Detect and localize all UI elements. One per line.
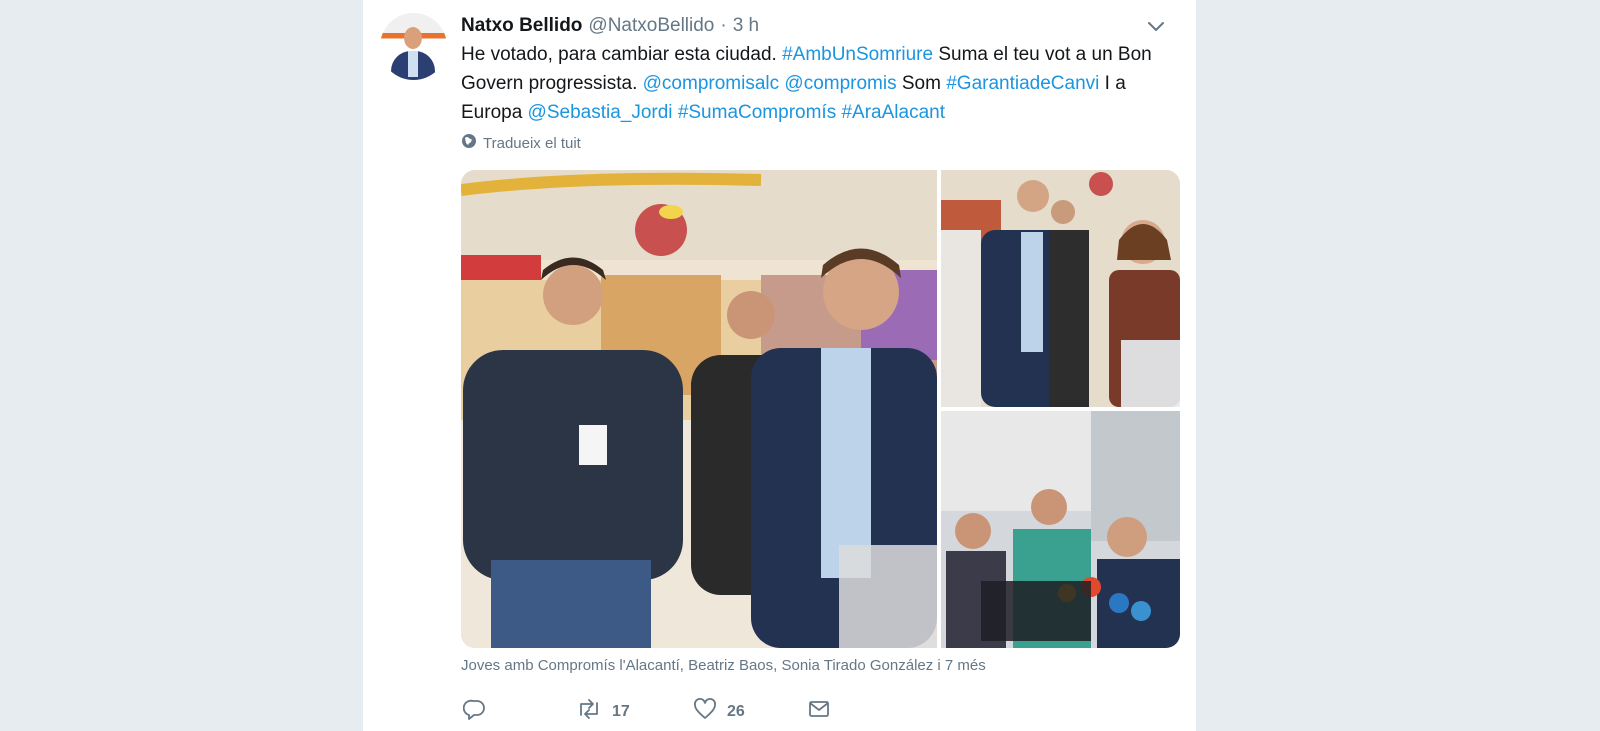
envelope-icon — [807, 697, 831, 726]
tweet-actions: 17 26 — [461, 697, 1021, 725]
mention-link[interactable]: @compromisalc — [643, 73, 779, 94]
heart-icon — [693, 697, 717, 726]
like-count: 26 — [727, 702, 745, 720]
direct-message-button[interactable] — [807, 697, 831, 726]
tweet-time[interactable]: 3 h — [733, 15, 759, 37]
photo-press-scrum[interactable] — [941, 411, 1180, 648]
tweet-text-segment: Som — [896, 73, 947, 94]
reply-icon — [462, 697, 487, 726]
hashtag-link[interactable]: #AmbUnSomriure — [782, 44, 933, 65]
chevron-down-icon[interactable] — [1144, 14, 1168, 38]
globe-icon — [461, 133, 483, 153]
retweet-count: 17 — [612, 702, 630, 720]
media-grid[interactable] — [461, 170, 1180, 648]
tweet-text-segment: He votado, para cambiar esta ciudad. — [461, 44, 783, 65]
photo-at-ballot-box[interactable] — [941, 170, 1180, 407]
hashtag-link[interactable]: #SumaCompromís — [678, 102, 836, 123]
hashtag-link[interactable]: #GarantiadeCanvi — [946, 73, 1099, 94]
tweet-header: Natxo Bellido @NatxoBellido · 3 h — [461, 12, 1176, 40]
hashtag-link[interactable]: #AraAlacant — [841, 102, 945, 123]
avatar[interactable] — [380, 13, 447, 80]
reply-button[interactable] — [462, 697, 487, 726]
tagged-users[interactable]: Joves amb Compromís l'Alacantí, Beatriz … — [461, 657, 986, 674]
retweet-icon — [576, 697, 602, 726]
author-handle[interactable]: @NatxoBellido — [588, 15, 714, 37]
translate-label: Tradueix el tuit — [483, 134, 581, 152]
tweet-card[interactable]: Natxo Bellido @NatxoBellido · 3 h He vot… — [363, 0, 1196, 731]
photo-voting-hall[interactable] — [461, 170, 937, 648]
translate-link[interactable]: Tradueix el tuit — [461, 133, 581, 153]
tweet-text: He votado, para cambiar esta ciudad. #Am… — [461, 40, 1161, 127]
like-button[interactable]: 26 — [693, 697, 745, 726]
retweet-button[interactable]: 17 — [576, 697, 630, 726]
author-name[interactable]: Natxo Bellido — [461, 15, 582, 37]
mention-link[interactable]: @Sebastia_Jordi — [528, 102, 673, 123]
mention-link[interactable]: @compromis — [784, 73, 896, 94]
separator: · — [720, 15, 727, 36]
